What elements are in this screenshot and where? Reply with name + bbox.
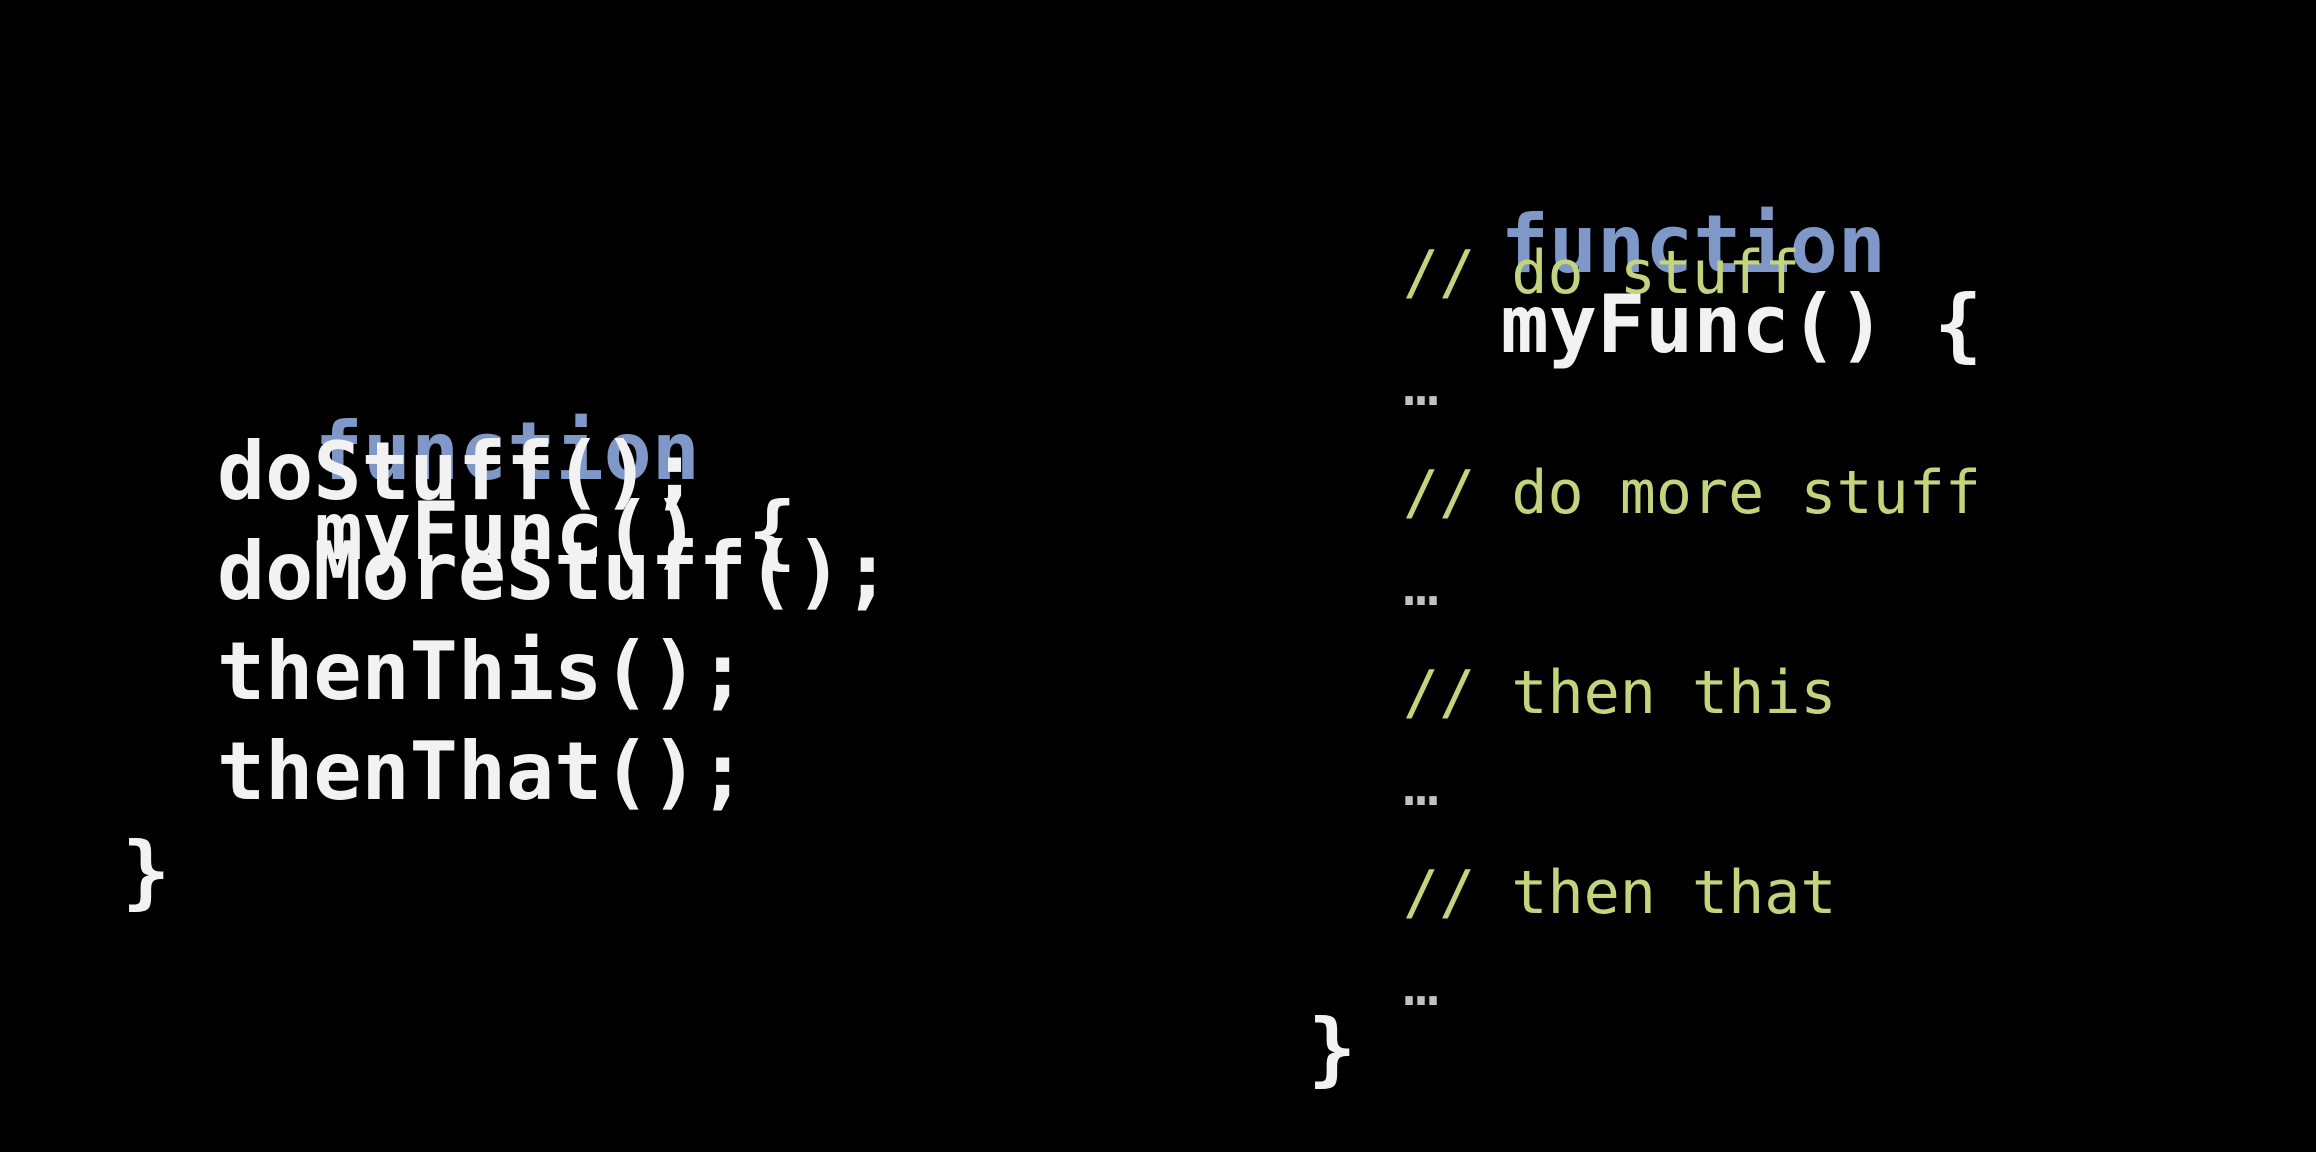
right-ellipsis-1: … [1403, 350, 1440, 420]
right-ellipsis-3: … [1403, 750, 1440, 820]
left-body-line-do-more-stuff: doMoreStuff(); [217, 525, 892, 618]
right-closing-brace: } [1308, 1002, 1357, 1095]
right-comment-do-stuff: // do stuff [1403, 238, 1801, 308]
left-closing-brace: } [122, 825, 171, 918]
left-body-line-do-stuff: doStuff(); [217, 425, 699, 518]
right-ellipsis-4: … [1403, 950, 1440, 1020]
right-ellipsis-2: … [1403, 550, 1440, 620]
right-comment-then-that: // then that [1403, 858, 1837, 928]
right-code-block: function myFunc() { // do stuff … // do … [1308, 125, 2308, 1125]
left-code-block: function myFunc() { doStuff(); doMoreStu… [122, 332, 1022, 932]
left-body-line-then-that: thenThat(); [217, 725, 747, 818]
right-comment-then-this: // then this [1403, 658, 1837, 728]
right-comment-do-more-stuff: // do more stuff [1403, 458, 1981, 528]
left-body-line-then-this: thenThis(); [217, 625, 747, 718]
